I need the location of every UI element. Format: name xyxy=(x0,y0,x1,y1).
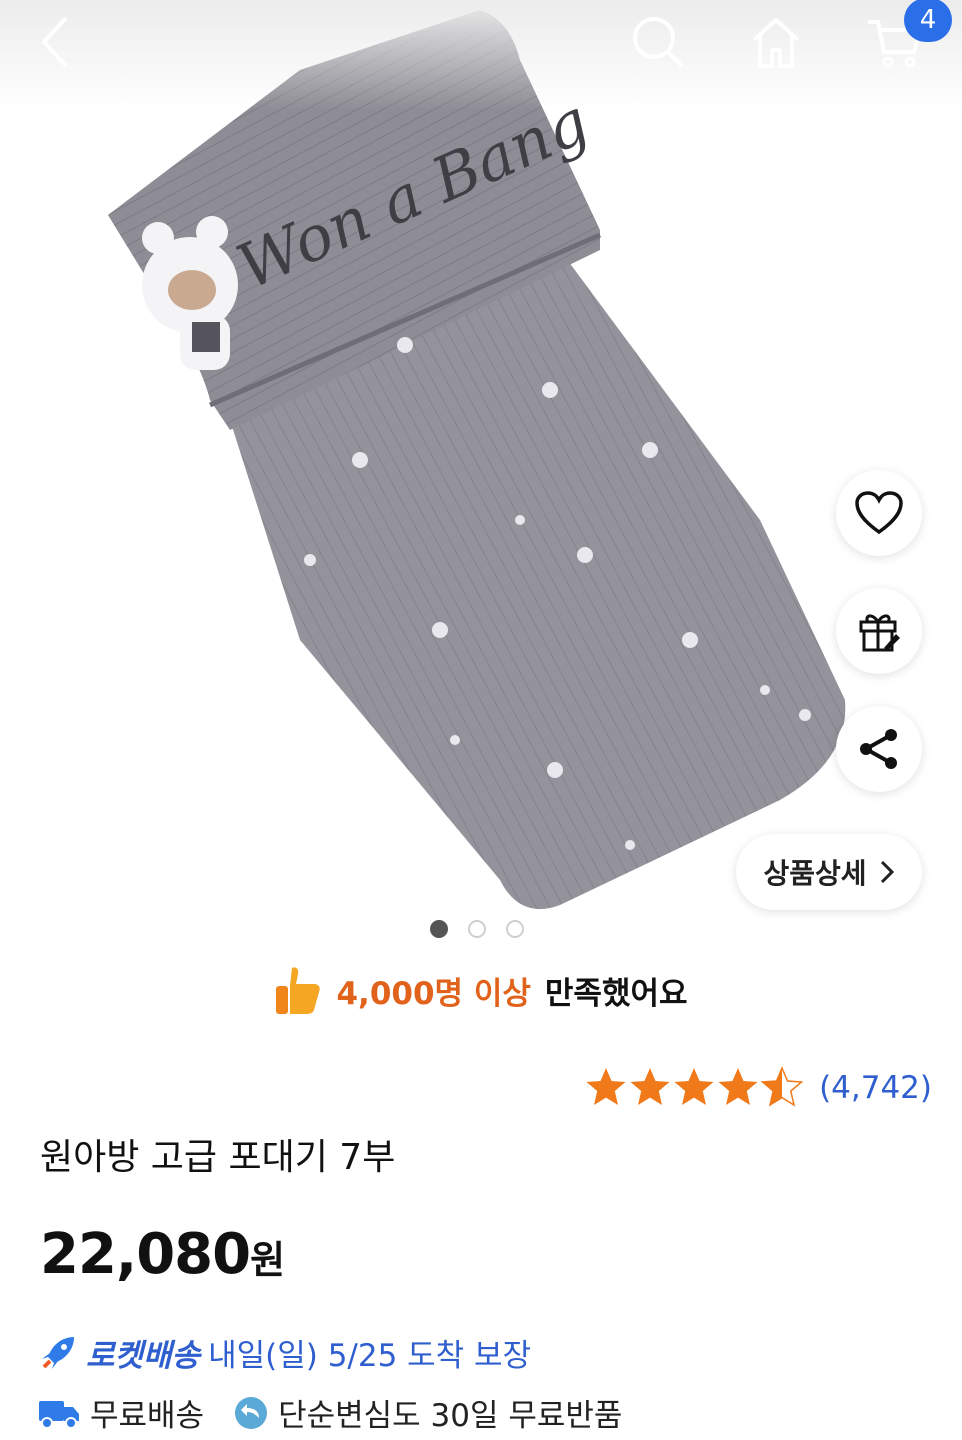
home-button[interactable] xyxy=(744,10,808,74)
rocket-icon xyxy=(42,1336,74,1369)
chevron-left-icon xyxy=(41,16,68,68)
gift-button[interactable] xyxy=(836,588,922,674)
rating-summary[interactable]: (4,742) xyxy=(585,1066,932,1110)
carousel-dot[interactable] xyxy=(468,920,486,938)
product-detail-label: 상품상세 xyxy=(763,857,867,890)
back-button[interactable] xyxy=(24,10,88,74)
shipping-return-info: 무료배송 단순변심도 30일 무료반품 xyxy=(38,1390,622,1435)
search-button[interactable] xyxy=(626,10,690,74)
home-icon xyxy=(752,18,800,68)
search-icon xyxy=(633,17,684,68)
share-icon xyxy=(860,729,897,769)
return-policy-label: 단순변심도 30일 무료반품 xyxy=(278,1398,623,1434)
price-value: 22,080 xyxy=(40,1222,251,1287)
share-button[interactable] xyxy=(836,706,922,792)
thumbs-up-icon xyxy=(276,967,321,1014)
satisfaction-highlight: 4,000명 이상 xyxy=(336,975,531,1012)
carousel-indicator xyxy=(430,920,524,938)
satisfaction-banner: 4,000명 이상 만족했어요 xyxy=(0,960,962,1020)
header-fade xyxy=(0,0,962,110)
rocket-delivery-info: 로켓배송 내일(일) 5/25 도착 보장 xyxy=(38,1330,531,1375)
review-count[interactable]: (4,742) xyxy=(819,1070,932,1106)
gift-icon xyxy=(859,614,900,652)
free-shipping-label: 무료배송 xyxy=(90,1398,205,1434)
wishlist-button[interactable] xyxy=(836,470,922,556)
satisfaction-text: 만족했어요 xyxy=(544,975,688,1012)
rocket-delivery-eta: 내일(일) 5/25 도착 보장 xyxy=(208,1338,532,1374)
return-icon xyxy=(235,1396,268,1429)
product-price: 22,080원 xyxy=(40,1222,285,1287)
product-photo: Won a Bang xyxy=(108,10,846,910)
product-title: 원아방 고급 포대기 7부 xyxy=(40,1137,396,1178)
carousel-dot[interactable] xyxy=(430,920,448,938)
truck-icon xyxy=(39,1400,79,1429)
cart-count-badge: 4 xyxy=(904,0,952,42)
carousel-dot[interactable] xyxy=(506,920,524,938)
heart-icon xyxy=(855,491,903,535)
product-detail-button[interactable]: 상품상세 xyxy=(736,834,922,910)
rocket-delivery-label: 로켓배송 xyxy=(86,1338,201,1374)
price-currency: 원 xyxy=(250,1238,286,1282)
product-image-carousel[interactable]: Won a Bang xyxy=(0,0,962,960)
chevron-right-icon xyxy=(880,860,894,884)
star-rating-icon xyxy=(586,1067,803,1106)
